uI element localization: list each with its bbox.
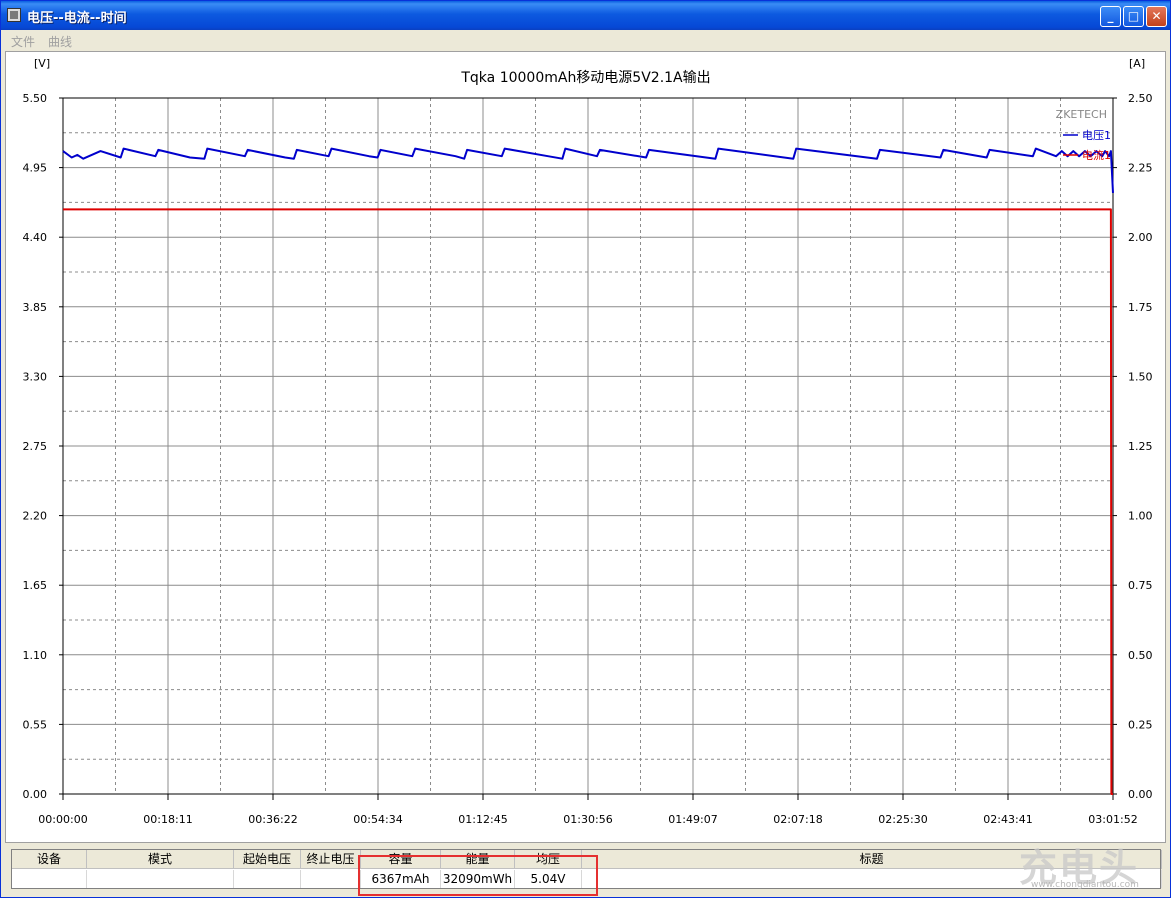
y-left-tick-label: 0.00	[23, 788, 48, 801]
watermark-url: www.chongdiantou.com	[1031, 880, 1139, 890]
x-tick-label: 01:30:56	[563, 813, 612, 826]
highlight-box	[358, 855, 598, 896]
voltage-current-chart: 5.50 4.95 4.40 3.85 3.30 2.75 2.20 1.65 1.10 0.55…	[23, 57, 1153, 826]
x-tick-label: 02:25:30	[878, 813, 927, 826]
y-right-tick-label: 2.25	[1128, 162, 1153, 175]
y-left-tick-label: 3.30	[23, 370, 48, 383]
legend-label-2: 电流1	[1082, 148, 1111, 162]
y-right-tick-label: 2.00	[1128, 231, 1153, 244]
y-left-tick-label: 4.40	[23, 231, 48, 244]
x-tick-label: 03:01:52	[1088, 813, 1137, 826]
y-left-tick-label: 5.50	[23, 92, 48, 105]
y-left-tick-label: 1.65	[23, 579, 48, 592]
table-value-cell	[301, 870, 361, 888]
table-value-cell	[234, 870, 301, 888]
app-window: 电压--电流--时间 _ □ ✕ 文件 曲线 5.50 4.95 4.40 3.85 3…	[0, 0, 1171, 898]
y-right-tick-label: 1.50	[1128, 370, 1153, 383]
x-tick-label: 00:18:11	[143, 813, 192, 826]
x-tick-label: 00:00:00	[38, 813, 87, 826]
table-header-cell[interactable]: 起始电压	[234, 850, 301, 869]
y-left-tick-label: 2.20	[23, 510, 48, 523]
y-right-tick-label: 1.25	[1128, 440, 1153, 453]
x-tick-label: 02:07:18	[773, 813, 822, 826]
y-left-tick-label: 1.10	[23, 649, 48, 662]
chart-title: Tqka 10000mAh移动电源5V2.1A输出	[460, 70, 710, 86]
y-right-unit: [A]	[1129, 57, 1145, 70]
legend-label-1: 电压1	[1082, 129, 1111, 142]
x-tick-label: 02:43:41	[983, 813, 1032, 826]
table-value-cell	[12, 870, 87, 888]
y-right-tick-label: 0.00	[1128, 788, 1153, 801]
y-right-tick-label: 0.75	[1128, 579, 1153, 592]
table-header-cell[interactable]: 终止电压	[301, 850, 361, 869]
chart-watermark: ZKETECH	[1056, 108, 1107, 121]
y-left-tick-label: 0.55	[23, 718, 48, 731]
x-tick-label: 01:12:45	[458, 813, 507, 826]
y-right-tick-label: 1.75	[1128, 301, 1153, 314]
y-left-tick-label: 2.75	[23, 440, 48, 453]
y-right-tick-label: 0.50	[1128, 649, 1153, 662]
y-right-tick-label: 0.25	[1128, 718, 1153, 731]
table-value-cell	[87, 870, 234, 888]
site-watermark: 充电头 www.chongdiantou.com	[1019, 837, 1164, 893]
y-left-tick-label: 3.85	[23, 301, 48, 314]
table-header-cell[interactable]: 模式	[87, 850, 234, 869]
y-left-unit: [V]	[34, 57, 50, 70]
x-tick-label: 00:36:22	[248, 813, 297, 826]
table-header-cell[interactable]: 设备	[12, 850, 87, 869]
y-right-tick-label: 2.50	[1128, 92, 1153, 105]
x-tick-label: 00:54:34	[353, 813, 402, 826]
y-left-tick-label: 4.95	[23, 162, 48, 175]
y-right-tick-label: 1.00	[1128, 510, 1153, 523]
x-tick-label: 01:49:07	[668, 813, 717, 826]
